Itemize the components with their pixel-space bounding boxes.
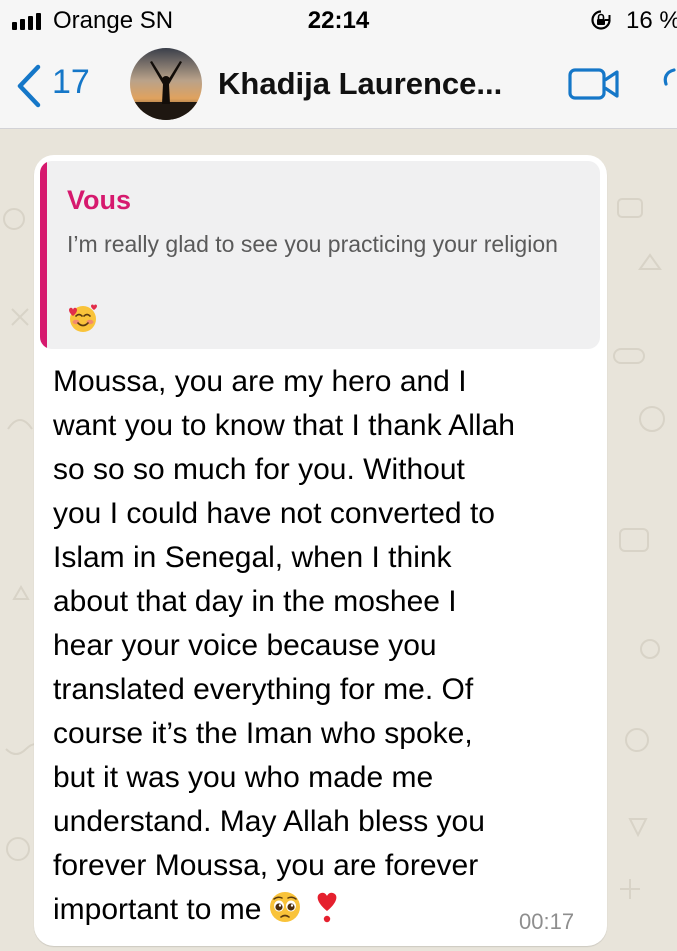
quote-accent-bar — [40, 161, 47, 349]
message-bubble[interactable]: Vous I’m really glad to see you practici… — [34, 155, 607, 946]
message-line: Moussa, you are my hero and I — [53, 365, 467, 398]
message-text: Moussa, you are my hero and I want you t… — [53, 360, 601, 932]
quoted-text: I’m really glad to see you practicing yo… — [67, 231, 558, 257]
chat-header: 17 Khadija Laurence... — [0, 44, 677, 129]
quoted-reply[interactable]: Vous I’m really glad to see you practici… — [40, 161, 600, 349]
contact-avatar[interactable] — [130, 48, 202, 120]
contact-name[interactable]: Khadija Laurence... — [218, 66, 518, 102]
smiling-face-with-hearts-icon — [69, 304, 97, 332]
back-chevron-icon[interactable] — [14, 64, 44, 108]
message-line: but it was you who made me — [53, 761, 434, 794]
message-line: so so so much for you. Without — [53, 453, 465, 486]
orientation-lock-icon — [591, 10, 611, 30]
unread-count[interactable]: 17 — [52, 63, 90, 102]
quoted-author: Vous — [67, 185, 132, 215]
message-line: forever Moussa, you are forever — [53, 849, 479, 882]
chat-area[interactable]: Vous I’m really glad to see you practici… — [0, 129, 677, 951]
pleading-face-icon — [270, 892, 301, 922]
battery-percentage: 16 % — [626, 7, 677, 34]
message-line: hear your voice because you — [53, 629, 437, 662]
message-line: about that day in the moshee I — [53, 585, 457, 618]
voice-call-icon[interactable] — [660, 64, 677, 104]
message-line: translated everything for me. Of — [53, 673, 474, 706]
message-line: important to me — [53, 893, 262, 926]
status-time: 22:14 — [307, 7, 370, 34]
status-bar: Orange SN 22:14 16 % — [0, 0, 677, 44]
message-line: understand. May Allah bless you — [53, 805, 485, 838]
heart-exclamation-icon — [318, 892, 337, 923]
video-call-icon[interactable] — [568, 66, 620, 102]
message-line: course it’s the Iman who spoke, — [53, 717, 473, 750]
message-line: you I could have not converted to — [53, 497, 495, 530]
message-line: Islam in Senegal, when I think — [53, 541, 452, 574]
message-timestamp: 00:17 — [519, 909, 575, 934]
message-line: want you to know that I thank Allah — [53, 409, 515, 442]
